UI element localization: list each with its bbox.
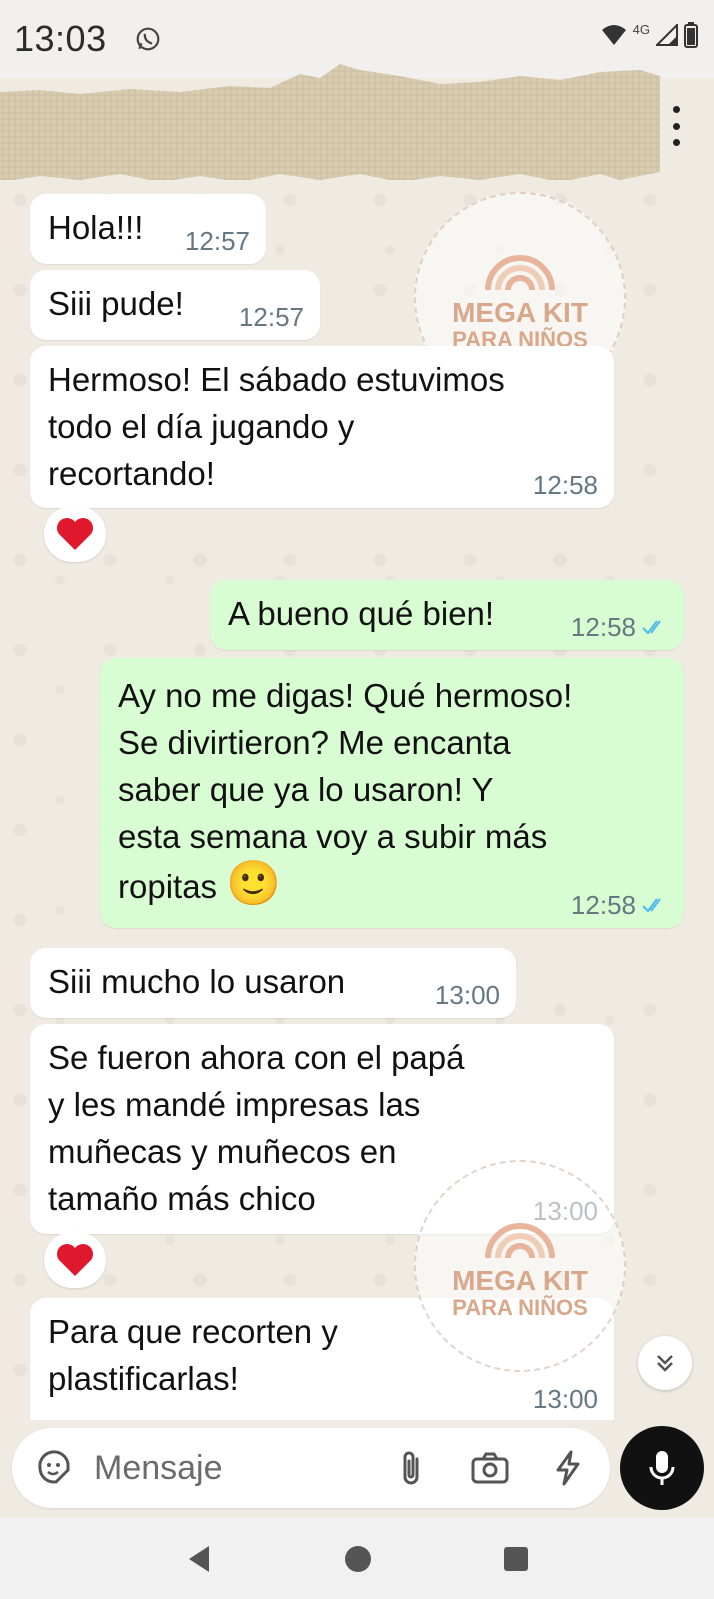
heart-icon [57,1244,93,1276]
wifi-icon [601,25,626,45]
system-navigation-bar [0,1518,714,1599]
redaction-paper-strip [0,64,660,182]
time-label: 13:00 [434,980,500,1010]
time-label: 12:58 [532,470,598,500]
composer-actions [390,1446,590,1490]
time-label: 13:00 [532,1384,598,1414]
home-button[interactable] [343,1544,373,1574]
chat-messages[interactable]: MEGA KIT PARA NIÑOS Hola!!! 12:57 Siii p… [0,180,714,1420]
back-button[interactable] [185,1544,213,1574]
message-bubble-incoming[interactable]: Siii pude! 12:57 [30,270,320,340]
more-options-button[interactable] [664,106,688,146]
camera-icon [471,1452,509,1484]
heart-reaction[interactable] [44,1232,106,1288]
message-time: 12:57 [239,302,304,332]
message-bubble-incoming[interactable]: Siii mucho lo usaron 13:00 [30,948,516,1018]
attach-button[interactable] [390,1446,434,1490]
message-time: 12:57 [185,226,250,256]
watermark-title: MEGA KIT [452,1265,588,1296]
time-label: 13:00 [532,1196,598,1226]
message-bubble-incoming[interactable]: Se fueron ahora con el papá y les mandé … [30,1024,614,1234]
battery-icon [684,22,698,48]
time-label: 12:58 [570,890,636,920]
message-text: Para que recorten y plastificarlas! [48,1313,338,1397]
time-label: 12:58 [570,612,636,642]
double-check-icon [642,620,661,635]
network-type-label: 4G [632,21,650,37]
double-check-icon [642,898,661,913]
rainbow-icon [485,255,555,291]
recents-button[interactable] [503,1546,529,1572]
message-bubble-outgoing[interactable]: A bueno qué bien! 12:58 [210,580,684,650]
message-bubble-incoming[interactable]: Hermoso! El sábado estuvimos todo el día… [30,346,614,508]
sticker-button[interactable] [32,1446,76,1490]
scroll-to-bottom-button[interactable] [638,1336,692,1390]
message-time: 12:58 [571,612,668,642]
double-chevron-down-icon [657,1355,673,1372]
message-bubble-incoming[interactable]: Para que recorten y plastificarlas! 13:0… [30,1298,614,1420]
heart-reaction[interactable] [44,506,106,562]
chat-header [0,56,714,188]
lightning-icon [556,1450,580,1486]
smile-emoji: 🙂 [226,859,282,908]
camera-button[interactable] [468,1446,512,1490]
microphone-icon [649,1451,675,1485]
message-text: Se fueron ahora con el papá y les mandé … [48,1039,465,1217]
time-label: 12:57 [184,226,250,256]
message-bubble-outgoing[interactable]: Ay no me digas! Qué hermoso! Se divirtie… [100,658,684,928]
back-triangle-icon [189,1545,209,1572]
paperclip-icon [403,1451,419,1485]
recents-square-icon [504,1546,528,1571]
home-circle-icon [345,1545,371,1572]
message-time: 13:00 [533,1384,598,1414]
message-time: 13:00 [533,1196,598,1226]
message-time: 12:58 [571,890,668,920]
time-label: 12:57 [238,302,304,332]
message-input[interactable] [94,1448,364,1488]
message-time: 13:00 [435,980,500,1010]
message-text-body: Ay no me digas! Qué hermoso! Se divirtie… [118,677,573,905]
voice-message-button[interactable] [620,1426,704,1510]
sticker-icon [38,1450,70,1484]
message-text: Siii mucho lo usaron [48,963,346,1000]
status-indicators: 4G [601,22,698,48]
message-composer [12,1428,610,1508]
status-time: 13:03 [14,18,107,59]
watermark-title: MEGA KIT [452,297,588,328]
message-bubble-incoming[interactable]: Hola!!! 12:57 [30,194,266,264]
whatsapp-icon [136,27,159,51]
signal-icon [656,24,678,46]
message-text: Ay no me digas! Qué hermoso! Se divirtie… [118,672,666,910]
heart-icon [57,518,93,550]
quick-reply-button[interactable] [546,1446,590,1490]
message-time: 12:58 [533,470,598,500]
message-text: Hermoso! El sábado estuvimos todo el día… [48,361,505,492]
